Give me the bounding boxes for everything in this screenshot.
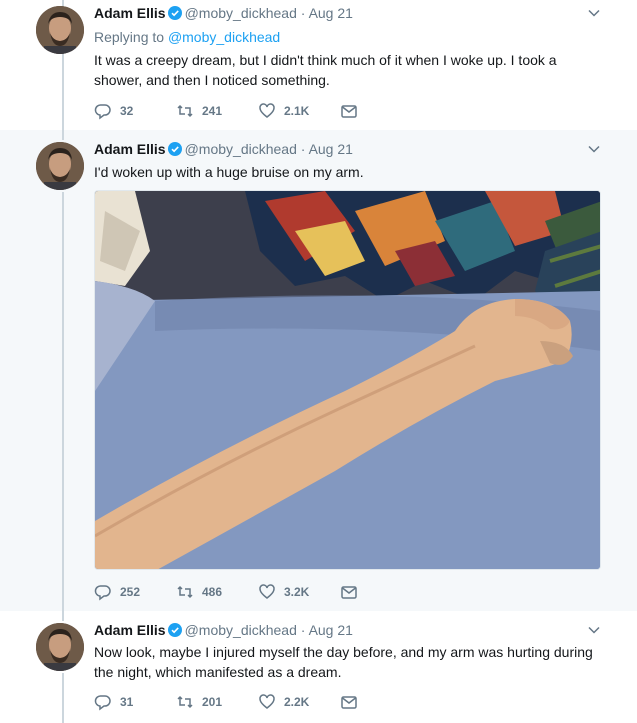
chevron-down-icon[interactable]: [587, 623, 601, 637]
retweet-count: 241: [202, 104, 223, 118]
tweet-1[interactable]: Adam Ellis @moby_dickhead · Aug 21 Replyi…: [0, 0, 637, 130]
replying-prefix: Replying to: [94, 29, 165, 45]
direct-message-button[interactable]: [340, 583, 364, 601]
retweet-count: 201: [202, 695, 223, 709]
tweet-photo-arm[interactable]: [94, 190, 601, 570]
retweet-icon: [177, 104, 193, 118]
reply-icon: [94, 585, 111, 601]
like-button[interactable]: 2.2K: [258, 693, 340, 711]
envelope-icon: [341, 105, 357, 118]
tweet-date[interactable]: Aug 21: [309, 622, 353, 638]
heart-icon: [259, 103, 275, 118]
chevron-down-icon[interactable]: [587, 6, 601, 20]
author-handle[interactable]: @moby_dickhead: [185, 622, 297, 638]
tweet-2[interactable]: Adam Ellis @moby_dickhead · Aug 21 I'd wo…: [0, 130, 637, 611]
avatar-image: [36, 142, 84, 190]
verified-badge-icon: [167, 142, 182, 160]
envelope-icon: [341, 586, 357, 599]
tweet-header: Adam Ellis @moby_dickhead · Aug 21: [94, 140, 353, 160]
reply-count: 32: [120, 104, 134, 118]
avatar-image: [36, 6, 84, 54]
reply-icon: [94, 695, 111, 711]
tweet-date[interactable]: Aug 21: [309, 141, 353, 157]
like-button[interactable]: 2.1K: [258, 102, 340, 120]
tweet-date[interactable]: Aug 21: [309, 5, 353, 21]
like-button[interactable]: 3.2K: [258, 583, 340, 601]
heart-icon: [259, 694, 275, 709]
author-name[interactable]: Adam Ellis: [94, 141, 166, 157]
avatar[interactable]: [36, 6, 84, 54]
thread-line: [62, 130, 64, 140]
reply-button[interactable]: 252: [94, 583, 176, 601]
tweet-header: Adam Ellis @moby_dickhead · Aug 21: [94, 621, 353, 641]
tweet-text: I'd woken up with a huge bruise on my ar…: [94, 164, 364, 180]
thread-line: [62, 192, 64, 611]
reply-count: 31: [120, 695, 134, 709]
separator-dot: ·: [300, 622, 306, 638]
separator-dot: ·: [300, 5, 306, 21]
avatar-image: [36, 623, 84, 671]
author-handle[interactable]: @moby_dickhead: [185, 141, 297, 157]
tweet-3[interactable]: Adam Ellis @moby_dickhead · Aug 21 Now lo…: [0, 611, 637, 723]
like-count: 2.2K: [284, 695, 310, 709]
retweet-icon: [177, 695, 193, 709]
separator-dot: ·: [300, 141, 306, 157]
direct-message-button[interactable]: [340, 102, 364, 120]
envelope-icon: [341, 696, 357, 709]
reply-count: 252: [120, 585, 141, 599]
retweet-button[interactable]: 486: [176, 583, 258, 601]
like-count: 2.1K: [284, 104, 310, 118]
replying-to: Replying to @moby_dickhead: [94, 28, 280, 46]
tweet-header: Adam Ellis @moby_dickhead · Aug 21: [94, 4, 353, 24]
tweet-text: It was a creepy dream, but I didn't thin…: [94, 52, 557, 88]
reply-button[interactable]: 32: [94, 102, 176, 120]
direct-message-button[interactable]: [340, 693, 364, 711]
avatar[interactable]: [36, 623, 84, 671]
retweet-icon: [177, 585, 193, 599]
chevron-down-icon[interactable]: [587, 142, 601, 156]
verified-badge-icon: [167, 623, 182, 641]
reply-button[interactable]: 31: [94, 693, 176, 711]
thread-line: [62, 611, 64, 621]
heart-icon: [259, 584, 275, 599]
tweet-actions: 252 486 3.2K: [94, 582, 364, 602]
like-count: 3.2K: [284, 585, 310, 599]
retweet-button[interactable]: 201: [176, 693, 258, 711]
photo-image: [95, 191, 600, 569]
author-name[interactable]: Adam Ellis: [94, 5, 166, 21]
thread-line: [62, 673, 64, 723]
retweet-button[interactable]: 241: [176, 102, 258, 120]
retweet-count: 486: [202, 585, 223, 599]
reply-icon: [94, 104, 111, 120]
replying-handle-link[interactable]: @moby_dickhead: [168, 29, 280, 45]
tweet-actions: 32 241 2.1K: [94, 101, 364, 121]
avatar[interactable]: [36, 142, 84, 190]
author-handle[interactable]: @moby_dickhead: [185, 5, 297, 21]
author-name[interactable]: Adam Ellis: [94, 622, 166, 638]
tweet-text: Now look, maybe I injured myself the day…: [94, 644, 593, 680]
verified-badge-icon: [167, 6, 182, 24]
tweet-actions: 31 201 2.2K: [94, 692, 364, 712]
